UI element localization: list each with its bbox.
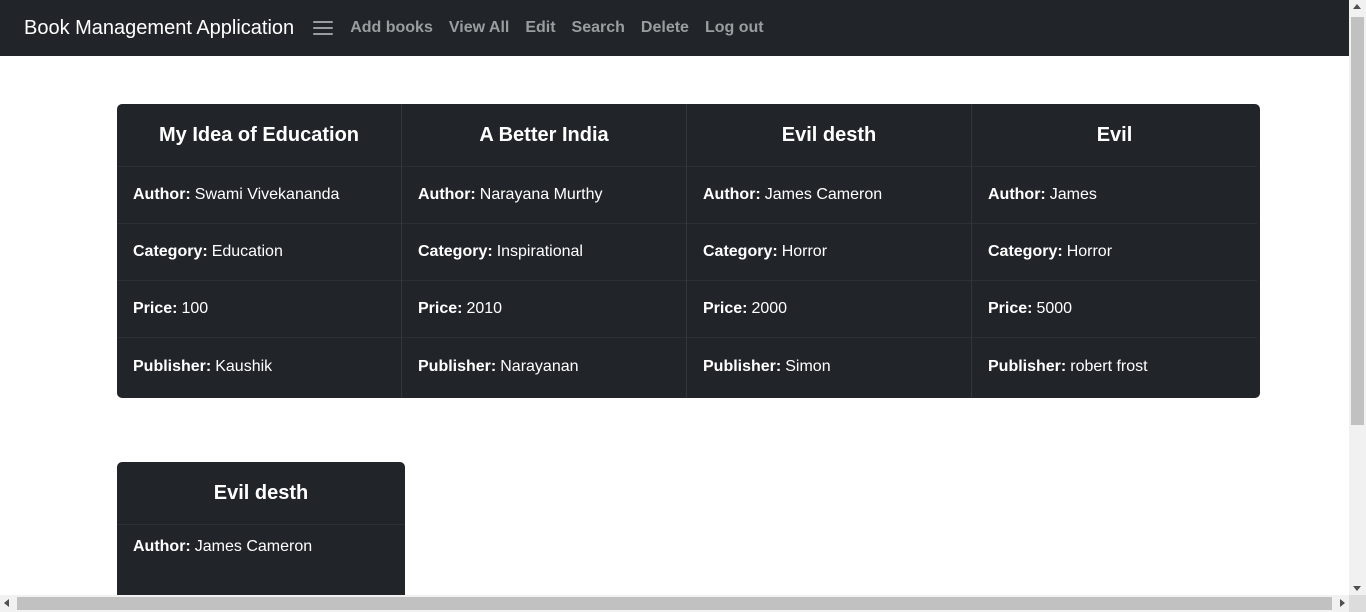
author-value: James Cameron	[194, 537, 313, 555]
category-label: Category:	[133, 243, 208, 260]
book-category: Category: Horror	[972, 224, 1257, 281]
book-price: Price: 2010	[402, 281, 686, 338]
price-value: 5000	[1036, 300, 1073, 317]
book-publisher: Publisher: Kaushik	[117, 338, 401, 395]
price-label: Price:	[988, 300, 1033, 317]
book-card: Evil desth Author: James Cameron	[117, 462, 405, 602]
book-category: Category: Inspirational	[402, 224, 686, 281]
nav-add-books[interactable]: Add books	[342, 19, 441, 37]
book-card: A Better India Author: Narayana Murthy Ca…	[402, 104, 687, 398]
hamburger-menu-icon[interactable]	[313, 20, 334, 36]
publisher-value: robert frost	[1070, 357, 1148, 375]
price-value: 100	[181, 300, 209, 317]
scroll-right-icon[interactable]	[1340, 599, 1345, 607]
book-price: Price: 5000	[972, 281, 1257, 338]
book-category: Category: Education	[117, 224, 401, 281]
book-card: Evil Author: James Category: Horror Price:…	[972, 104, 1257, 398]
author-label: Author:	[133, 537, 191, 555]
scroll-up-icon[interactable]	[1353, 4, 1361, 9]
price-label: Price:	[133, 300, 178, 317]
publisher-value: Kaushik	[215, 357, 273, 375]
book-publisher: Publisher: robert frost	[972, 338, 1257, 395]
publisher-value: Simon	[785, 357, 831, 375]
author-value: Narayana Murthy	[479, 186, 603, 203]
price-value: 2010	[466, 300, 503, 317]
publisher-label: Publisher:	[988, 357, 1067, 375]
scrollbar-corner	[1349, 595, 1366, 612]
nav-links: Add books View All Edit Search Delete Lo…	[342, 19, 771, 37]
book-author: Author: Narayana Murthy	[402, 167, 686, 224]
vertical-scrollbar[interactable]	[1349, 0, 1366, 595]
app-title[interactable]: Book Management Application	[24, 17, 294, 40]
publisher-label: Publisher:	[133, 357, 212, 375]
price-value: 2000	[751, 300, 788, 317]
book-author: Author: Swami Vivekananda	[117, 167, 401, 224]
book-card: My Idea of Education Author: Swami Viveka…	[117, 104, 402, 398]
book-card-row: My Idea of Education Author: Swami Viveka…	[117, 104, 1260, 398]
scroll-left-icon[interactable]	[4, 599, 9, 607]
category-label: Category:	[703, 243, 778, 260]
book-publisher: Publisher: Simon	[687, 338, 971, 395]
book-card: Evil desth Author: James Cameron Category…	[687, 104, 972, 398]
category-label: Category:	[418, 243, 493, 260]
publisher-value: Narayanan	[500, 357, 579, 375]
scroll-down-icon[interactable]	[1353, 586, 1361, 591]
author-value: James	[1049, 186, 1097, 203]
price-label: Price:	[418, 300, 463, 317]
nav-log-out[interactable]: Log out	[697, 19, 772, 37]
book-author: Author: James Cameron	[117, 525, 405, 568]
book-price: Price: 2000	[687, 281, 971, 338]
vertical-scroll-thumb[interactable]	[1351, 17, 1364, 425]
nav-edit[interactable]: Edit	[517, 19, 563, 37]
book-title: Evil	[972, 104, 1257, 167]
category-value: Education	[211, 243, 283, 260]
nav-view-all[interactable]: View All	[441, 19, 517, 37]
publisher-label: Publisher:	[418, 357, 497, 375]
author-label: Author:	[703, 186, 761, 203]
price-label: Price:	[703, 300, 748, 317]
book-category: Category: Horror	[687, 224, 971, 281]
book-title: Evil desth	[117, 462, 405, 525]
horizontal-scroll-thumb[interactable]	[17, 597, 1332, 610]
author-value: Swami Vivekananda	[194, 186, 340, 203]
author-value: James Cameron	[764, 186, 883, 203]
book-title: Evil desth	[687, 104, 971, 167]
category-value: Horror	[781, 243, 828, 260]
category-label: Category:	[988, 243, 1063, 260]
book-price: Price: 100	[117, 281, 401, 338]
book-author: Author: James Cameron	[687, 167, 971, 224]
category-value: Inspirational	[496, 243, 583, 260]
book-title: A Better India	[402, 104, 686, 167]
navbar: Book Management Application Add books Vi…	[0, 0, 1349, 56]
category-value: Horror	[1066, 243, 1113, 260]
book-author: Author: James	[972, 167, 1257, 224]
nav-search[interactable]: Search	[564, 19, 633, 37]
publisher-label: Publisher:	[703, 357, 782, 375]
book-publisher: Publisher: Narayanan	[402, 338, 686, 395]
book-title: My Idea of Education	[117, 104, 401, 167]
nav-delete[interactable]: Delete	[633, 19, 697, 37]
author-label: Author:	[418, 186, 476, 203]
horizontal-scrollbar[interactable]	[0, 595, 1349, 612]
author-label: Author:	[988, 186, 1046, 203]
author-label: Author:	[133, 186, 191, 203]
